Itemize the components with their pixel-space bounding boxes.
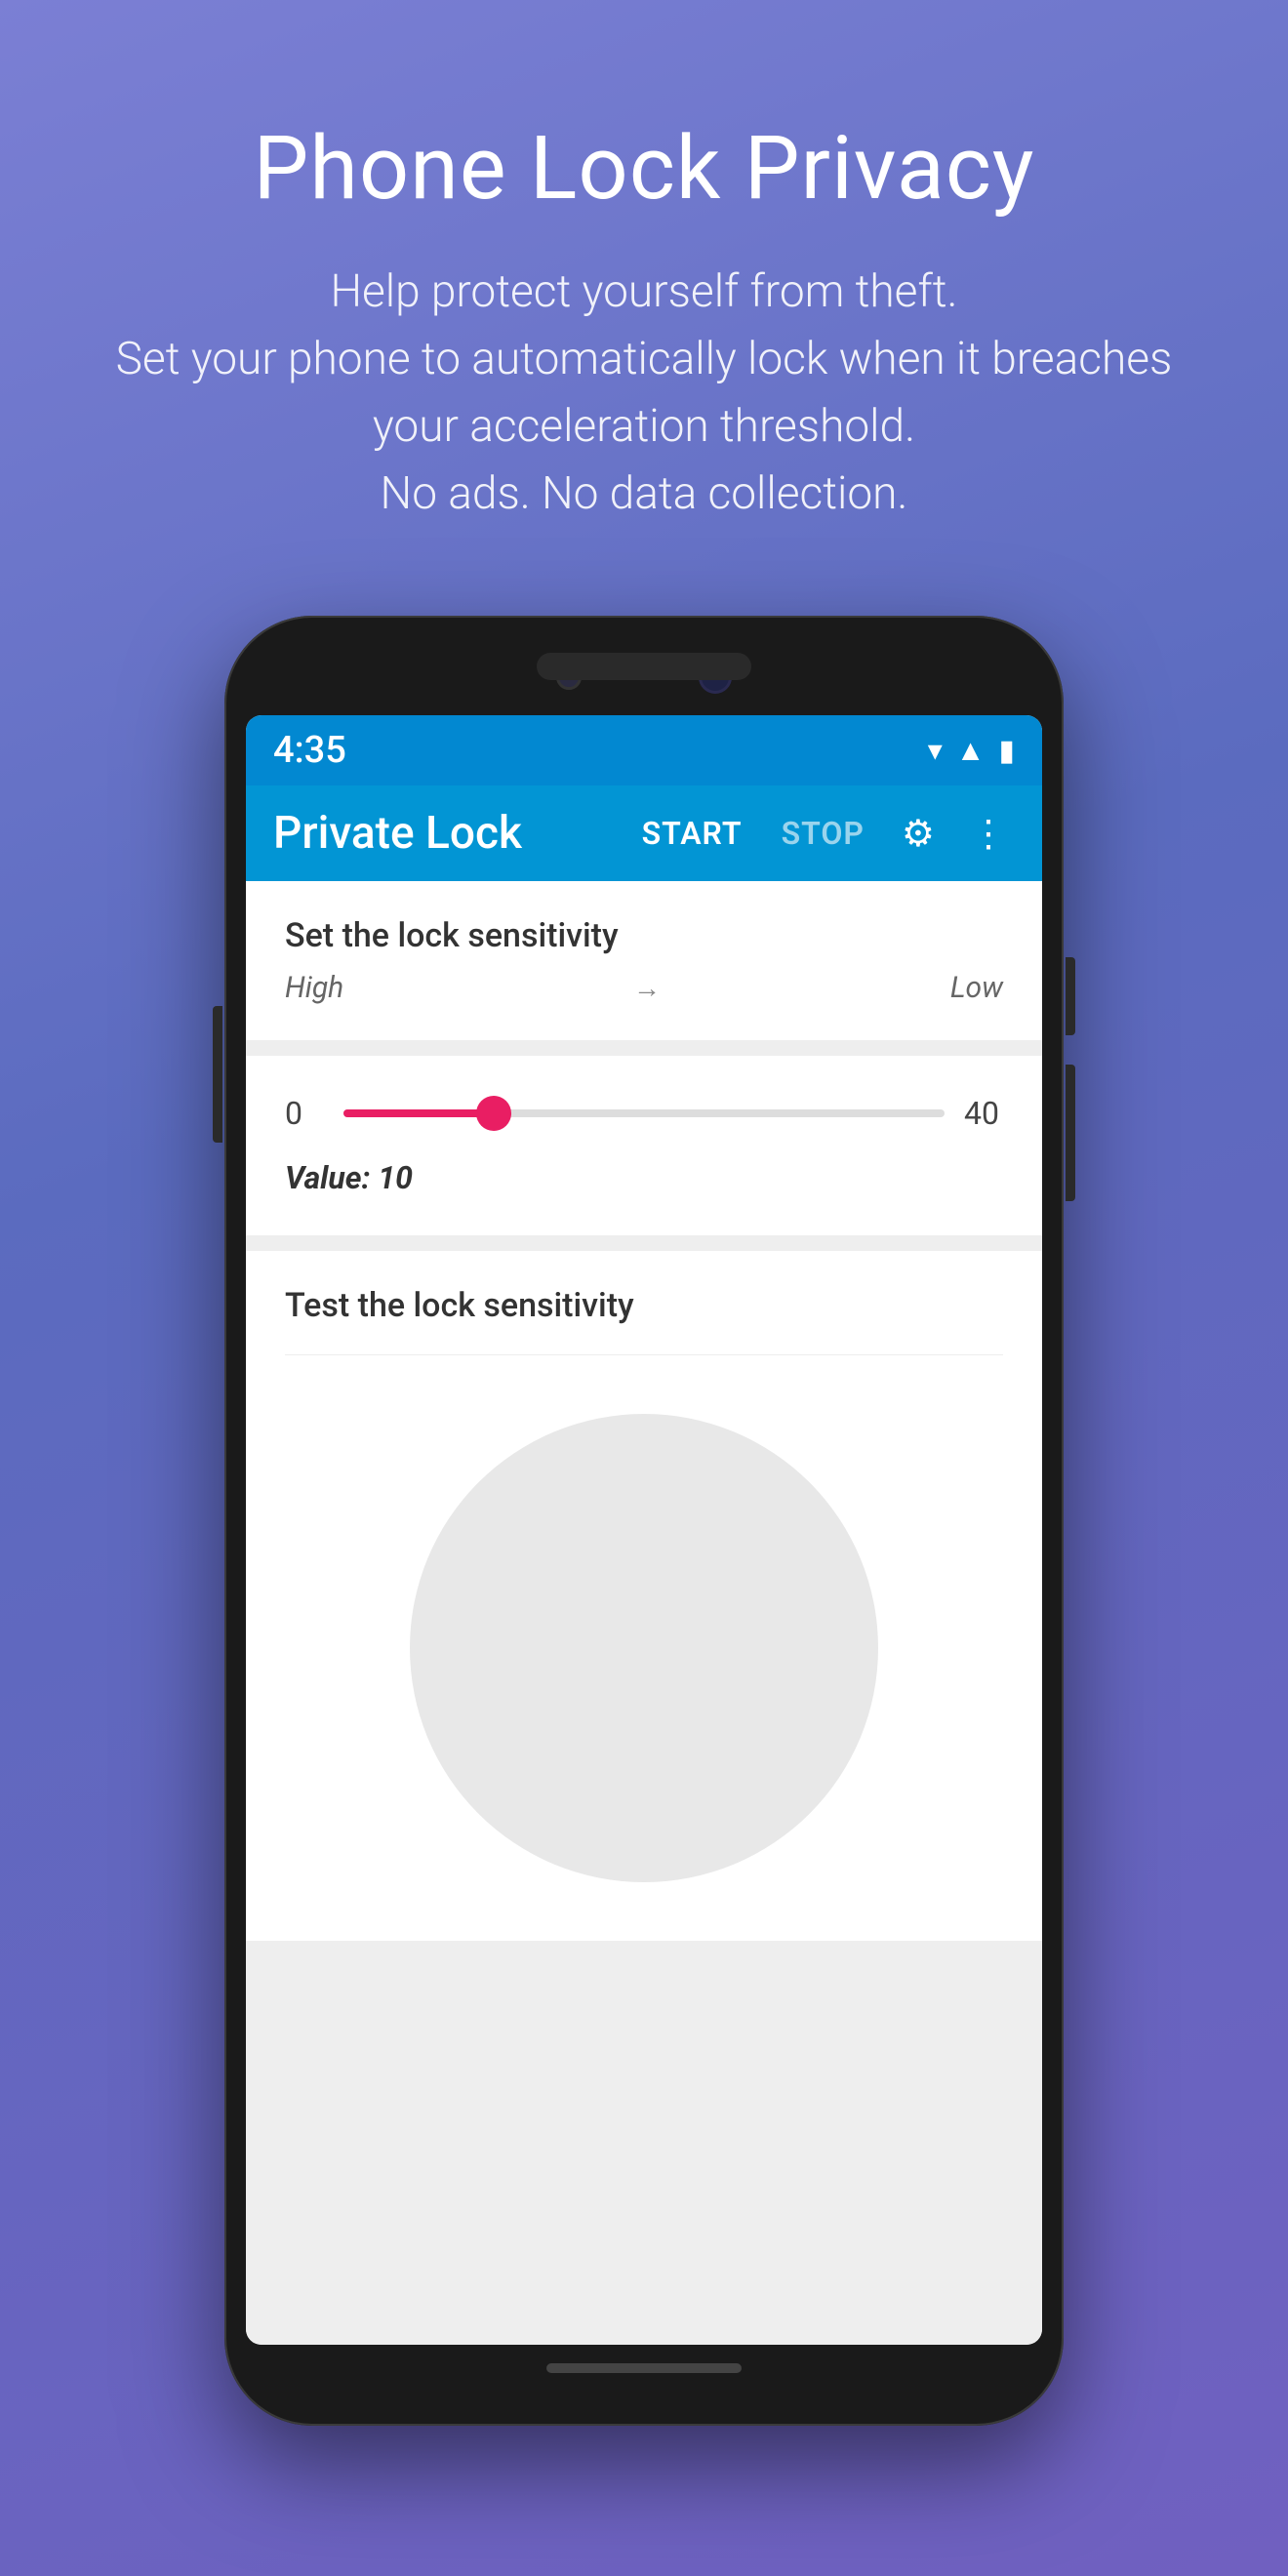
- sensitivity-title: Set the lock sensitivity: [285, 916, 1003, 955]
- status-icons: ▾ ▲ ▮: [928, 734, 1015, 768]
- battery-icon: ▮: [998, 734, 1015, 768]
- settings-icon[interactable]: ⚙: [894, 808, 943, 860]
- stop-button[interactable]: STOP: [772, 809, 874, 858]
- power-button: [1066, 957, 1075, 1035]
- volume-button-left: [213, 1006, 222, 1143]
- home-indicator: [546, 2363, 742, 2373]
- test-circle: [410, 1414, 878, 1882]
- slider-track-wrapper[interactable]: [343, 1107, 945, 1119]
- phone-bottom-bar: [246, 2345, 1042, 2398]
- app-toolbar: Private Lock START STOP ⚙ ⋮: [246, 785, 1042, 881]
- header-section: Phone Lock Privacy Help protect yourself…: [38, 0, 1251, 586]
- app-description: Help protect yourself from theft. Set yo…: [116, 259, 1173, 528]
- arrow-icon: →: [633, 972, 661, 1004]
- more-options-icon[interactable]: ⋮: [962, 808, 1015, 860]
- sensitivity-labels: High → Low: [285, 971, 1003, 1005]
- slider-row: 0 40: [285, 1095, 1003, 1132]
- slider-card: 0 40 Value: 10: [246, 1056, 1042, 1235]
- sensitivity-card: Set the lock sensitivity High → Low: [246, 881, 1042, 1040]
- signal-icon: ▲: [956, 734, 986, 768]
- test-title: Test the lock sensitivity: [285, 1286, 1003, 1355]
- test-card: Test the lock sensitivity: [246, 1251, 1042, 1355]
- slider-fill: [343, 1109, 494, 1117]
- page-title: Phone Lock Privacy: [116, 117, 1173, 220]
- phone-screen: 4:35 ▾ ▲ ▮ Private Lock START STOP ⚙ ⋮: [246, 715, 1042, 2345]
- status-bar: 4:35 ▾ ▲ ▮: [246, 715, 1042, 785]
- app-name: Private Lock: [273, 807, 613, 860]
- speaker-grille: [537, 653, 751, 680]
- start-button[interactable]: START: [632, 809, 752, 858]
- test-circle-area: [246, 1355, 1042, 1941]
- phone-mockup: 4:35 ▾ ▲ ▮ Private Lock START STOP ⚙ ⋮: [224, 616, 1064, 2426]
- volume-button-right: [1066, 1065, 1075, 1201]
- slider-value-label: Value: 10: [285, 1159, 1003, 1196]
- phone-outer: 4:35 ▾ ▲ ▮ Private Lock START STOP ⚙ ⋮: [224, 616, 1064, 2426]
- slider-thumb[interactable]: [476, 1096, 511, 1131]
- slider-min: 0: [285, 1095, 324, 1132]
- label-low: Low: [950, 971, 1003, 1005]
- slider-max: 40: [964, 1095, 1003, 1132]
- status-time: 4:35: [273, 729, 346, 772]
- screen-content: Set the lock sensitivity High → Low 0: [246, 881, 1042, 2345]
- label-high: High: [285, 971, 343, 1005]
- wifi-icon: ▾: [928, 734, 943, 768]
